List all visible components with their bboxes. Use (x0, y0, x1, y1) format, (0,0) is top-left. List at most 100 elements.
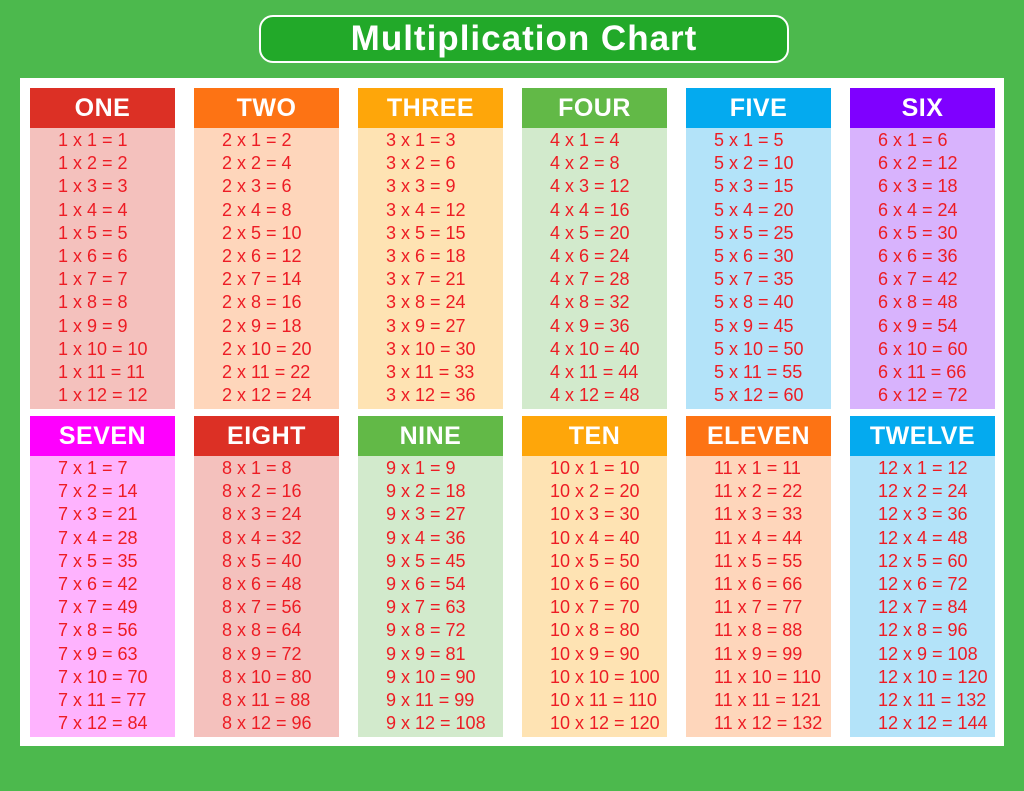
fact-row: 11 x 8 = 88 (714, 620, 803, 641)
fact-row: 8 x 3 = 24 (222, 504, 302, 525)
fact-row: 4 x 1 = 4 (550, 130, 620, 150)
fact-row: 5 x 6 = 30 (714, 245, 794, 266)
fact-row: 3 x 5 = 15 (386, 222, 466, 243)
fact-row: 7 x 7 = 49 (58, 597, 138, 618)
fact-row: 9 x 10 = 90 (386, 666, 476, 687)
fact-row: 5 x 12 = 60 (714, 385, 804, 406)
fact-row: 5 x 11 = 55 (714, 361, 803, 382)
fact-row: 9 x 5 = 45 (386, 550, 466, 571)
fact-row: 4 x 3 = 12 (550, 176, 630, 197)
times-table-four: FOUR 4 x 1 = 4 4 x 2 = 84 x 3 = 12 4 x 4 = … (522, 88, 667, 409)
fact-row: 3 x 11 = 33 (386, 361, 475, 382)
fact-row: 9 x 9 = 81 (386, 643, 466, 664)
fact-row: 6 x 9 = 54 (878, 315, 958, 336)
fact-row: 6 x 3 = 18 (878, 176, 958, 197)
table-header: NINE (358, 416, 503, 456)
fact-row: 8 x 5 = 40 (222, 550, 302, 571)
fact-row: 3 x 12 = 36 (386, 385, 476, 406)
fact-row: 3 x 2 = 6 (386, 153, 456, 174)
fact-row: 1 x 1 = 1 (58, 130, 128, 150)
fact-row: 5 x 8 = 40 (714, 292, 794, 313)
table-body: 6 x 1 = 66 x 2 = 12 6 x 3 = 18 6 x 4 = 24 6… (850, 128, 995, 409)
fact-row: 4 x 5 = 20 (550, 222, 630, 243)
fact-row: 11 x 1 = 11 (714, 458, 801, 478)
fact-row: 8 x 11 = 88 (222, 689, 311, 710)
table-header: SIX (850, 88, 995, 128)
fact-row: 9 x 4 = 36 (386, 527, 466, 548)
fact-row: 11 x 5 = 55 (714, 550, 803, 571)
fact-row: 11 x 6 = 66 (714, 573, 803, 594)
table-body: 10 x 1 = 10 10 x 2 = 20 10 x 3 = 30 10 x 4 … (522, 456, 667, 737)
fact-row: 3 x 1 = 3 (386, 130, 456, 150)
fact-row: 11 x 12 = 132 (714, 713, 823, 734)
fact-row: 12 x 1 = 12 (878, 458, 968, 478)
table-body: 7 x 1 = 77 x 2 = 14 7 x 3 = 21 7 x 4 = 28 7… (30, 456, 175, 737)
fact-row: 2 x 2 = 4 (222, 153, 292, 174)
fact-row: 2 x 12 = 24 (222, 385, 312, 406)
fact-row: 9 x 3 = 27 (386, 504, 466, 525)
fact-row: 11 x 10 = 110 (714, 666, 821, 687)
fact-row: 2 x 6 = 12 (222, 245, 302, 266)
table-body: 2 x 1 = 22 x 2 = 42 x 3 = 62 x 4 = 82 x … (194, 128, 339, 409)
fact-row: 12 x 11 = 132 (878, 689, 987, 710)
fact-row: 7 x 11 = 77 (58, 689, 147, 710)
fact-row: 2 x 10 = 20 (222, 338, 312, 359)
fact-row: 10 x 12 = 120 (550, 713, 660, 734)
fact-row: 8 x 4 = 32 (222, 527, 302, 548)
table-header: EIGHT (194, 416, 339, 456)
fact-row: 9 x 1 = 9 (386, 458, 456, 478)
fact-row: 1 x 10 = 10 (58, 338, 148, 359)
fact-row: 7 x 2 = 14 (58, 481, 138, 502)
fact-row: 1 x 3 = 3 (58, 176, 128, 197)
fact-row: 10 x 10 = 100 (550, 666, 660, 687)
fact-row: 11 x 9 = 99 (714, 643, 803, 664)
fact-row: 2 x 5 = 10 (222, 222, 302, 243)
fact-row: 1 x 6 = 6 (58, 245, 128, 266)
times-table-twelve: TWELVE 12 x 1 = 12 12 x 2 = 24 12 x 3 = 36 1… (850, 416, 995, 737)
fact-row: 10 x 1 = 10 (550, 458, 640, 478)
fact-row: 5 x 10 = 50 (714, 338, 804, 359)
fact-row: 10 x 9 = 90 (550, 643, 640, 664)
fact-row: 3 x 10 = 30 (386, 338, 476, 359)
fact-row: 10 x 6 = 60 (550, 573, 640, 594)
table-body: 4 x 1 = 44 x 2 = 84 x 3 = 12 4 x 4 = 16 4 … (522, 128, 667, 409)
fact-row: 11 x 11 = 121 (714, 689, 821, 710)
fact-row: 1 x 9 = 9 (58, 315, 128, 336)
fact-row: 5 x 3 = 15 (714, 176, 794, 197)
fact-row: 3 x 6 = 18 (386, 245, 466, 266)
fact-row: 6 x 10 = 60 (878, 338, 968, 359)
fact-row: 2 x 8 = 16 (222, 292, 302, 313)
page-title: Multiplication Chart (350, 19, 698, 58)
fact-row: 6 x 7 = 42 (878, 269, 958, 290)
fact-row: 9 x 11 = 99 (386, 689, 475, 710)
fact-row: 6 x 1 = 6 (878, 130, 948, 150)
fact-row: 1 x 5 = 5 (58, 222, 128, 243)
fact-row: 11 x 2 = 22 (714, 481, 803, 502)
table-header: TEN (522, 416, 667, 456)
fact-row: 3 x 9 = 27 (386, 315, 466, 336)
times-table-one: ONE 1 x 1 = 11 x 2 = 21 x 3 = 31 x 4 = 41… (30, 88, 175, 409)
times-table-seven: SEVEN 7 x 1 = 7 7 x 2 = 14 7 x 3 = 21 7 x 4 … (30, 416, 175, 737)
fact-row: 1 x 8 = 8 (58, 292, 128, 313)
title-banner: Multiplication Chart (259, 15, 789, 63)
fact-row: 6 x 11 = 66 (878, 361, 967, 382)
table-body: 1 x 1 = 11 x 2 = 21 x 3 = 31 x 4 = 41 x … (30, 128, 175, 409)
fact-row: 11 x 7 = 77 (714, 597, 803, 618)
fact-row: 9 x 7 = 63 (386, 597, 466, 618)
fact-row: 8 x 6 = 48 (222, 573, 302, 594)
fact-row: 8 x 8 = 64 (222, 620, 302, 641)
fact-row: 12 x 6 = 72 (878, 573, 968, 594)
fact-row: 12 x 8 = 96 (878, 620, 968, 641)
fact-row: 8 x 7 = 56 (222, 597, 302, 618)
table-body: 5 x 1 = 55 x 2 = 10 5 x 3 = 15 5 x 4 = 20 5… (686, 128, 831, 409)
times-table-nine: NINE 9 x 1 = 9 9 x 2 = 18 9 x 3 = 27 9 x 4 =… (358, 416, 503, 737)
table-header: ELEVEN (686, 416, 831, 456)
fact-row: 5 x 4 = 20 (714, 199, 794, 220)
fact-row: 11 x 3 = 33 (714, 504, 803, 525)
table-header: THREE (358, 88, 503, 128)
fact-row: 11 x 4 = 44 (714, 527, 803, 548)
fact-row: 1 x 4 = 4 (58, 199, 128, 220)
fact-row: 7 x 5 = 35 (58, 550, 138, 571)
fact-row: 10 x 5 = 50 (550, 550, 640, 571)
fact-row: 8 x 12 = 96 (222, 713, 312, 734)
